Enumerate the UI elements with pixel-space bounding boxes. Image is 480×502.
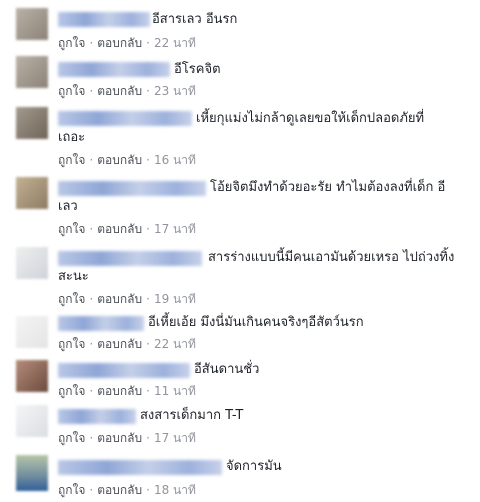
avatar[interactable] bbox=[16, 316, 48, 348]
avatar[interactable] bbox=[16, 8, 48, 40]
comment-timestamp[interactable]: 16 นาที bbox=[154, 153, 196, 167]
like-link[interactable]: ถูกใจ bbox=[58, 431, 85, 445]
reply-link[interactable]: ตอบกลับ bbox=[97, 292, 142, 306]
avatar[interactable] bbox=[16, 107, 48, 139]
reply-link[interactable]: ตอบกลับ bbox=[97, 431, 142, 445]
separator-dot: · bbox=[146, 153, 150, 167]
comment-actions: ถูกใจ · ตอบกลับ · 19 นาที bbox=[58, 291, 196, 307]
like-link[interactable]: ถูกใจ bbox=[58, 483, 85, 497]
reply-link[interactable]: ตอบกลับ bbox=[97, 483, 142, 497]
separator-dot: · bbox=[146, 384, 150, 398]
separator-dot: · bbox=[89, 153, 94, 167]
comment-actions: ถูกใจ · ตอบกลับ · 23 นาที bbox=[58, 83, 196, 99]
commenter-name-redacted[interactable] bbox=[58, 251, 202, 266]
reply-link[interactable]: ตอบกลับ bbox=[97, 153, 142, 167]
comment-text: เหี้ยกุแม่งไม่กล้าดูเลยขอให้เด็กปลอดภัยท… bbox=[196, 111, 425, 126]
comment-actions: ถูกใจ · ตอบกลับ · 16 นาที bbox=[58, 152, 196, 168]
separator-dot: · bbox=[146, 36, 150, 50]
separator-dot: · bbox=[89, 292, 94, 306]
comment-timestamp[interactable]: 18 นาที bbox=[154, 483, 196, 497]
comment-actions: ถูกใจ · ตอบกลับ · 17 นาที bbox=[58, 221, 196, 237]
comment-text-continued: สะนะ bbox=[58, 269, 89, 284]
comment-text: สารร่างแบบนี้มีคนเอามันด้วยเหรอ ไปถ่วงทิ… bbox=[208, 250, 455, 265]
comment-actions: ถูกใจ · ตอบกลับ · 22 นาที bbox=[58, 336, 196, 352]
reply-link[interactable]: ตอบกลับ bbox=[97, 222, 142, 236]
separator-dot: · bbox=[146, 483, 150, 497]
reply-link[interactable]: ตอบกลับ bbox=[97, 384, 142, 398]
comment-text: อีสารเลว อีนรก bbox=[152, 12, 238, 27]
comment-text: จัดการมัน bbox=[226, 459, 282, 474]
separator-dot: · bbox=[89, 222, 94, 236]
separator-dot: · bbox=[146, 84, 150, 98]
avatar[interactable] bbox=[16, 360, 48, 392]
separator-dot: · bbox=[89, 84, 94, 98]
comment-timestamp[interactable]: 22 นาที bbox=[154, 337, 196, 351]
commenter-name-redacted[interactable] bbox=[58, 111, 192, 126]
separator-dot: · bbox=[89, 431, 94, 445]
avatar[interactable] bbox=[16, 177, 48, 209]
comment-text: โอ้ยจิตมึงทำด้วยอะรัย ทำไมต้องลงที่เด็ก … bbox=[210, 180, 446, 195]
commenter-name-redacted[interactable] bbox=[58, 62, 170, 77]
comment-actions: ถูกใจ · ตอบกลับ · 22 นาที bbox=[58, 35, 196, 51]
like-link[interactable]: ถูกใจ bbox=[58, 384, 85, 398]
avatar[interactable] bbox=[16, 56, 48, 88]
comment-actions: ถูกใจ · ตอบกลับ · 11 นาที bbox=[58, 383, 196, 399]
like-link[interactable]: ถูกใจ bbox=[58, 84, 85, 98]
like-link[interactable]: ถูกใจ bbox=[58, 337, 85, 351]
comment-actions: ถูกใจ · ตอบกลับ · 18 นาที bbox=[58, 482, 196, 498]
reply-link[interactable]: ตอบกลับ bbox=[97, 84, 142, 98]
comment-timestamp[interactable]: 17 นาที bbox=[154, 431, 196, 445]
like-link[interactable]: ถูกใจ bbox=[58, 222, 85, 236]
comment-timestamp[interactable]: 22 นาที bbox=[154, 36, 196, 50]
comment-timestamp[interactable]: 17 นาที bbox=[154, 222, 196, 236]
like-link[interactable]: ถูกใจ bbox=[58, 36, 85, 50]
separator-dot: · bbox=[89, 36, 94, 50]
separator-dot: · bbox=[146, 292, 150, 306]
reply-link[interactable]: ตอบกลับ bbox=[97, 36, 142, 50]
comment-text: สงสารเด็กมาก T-T bbox=[140, 408, 244, 423]
avatar[interactable] bbox=[16, 455, 48, 491]
avatar[interactable] bbox=[16, 405, 48, 437]
comment-text: อีเหี้ยเอ้ย มึงนี่มันเกินคนจริงๆอีสัตว์น… bbox=[148, 315, 364, 330]
comment-text: อีสันดานชั่ว bbox=[194, 362, 260, 377]
like-link[interactable]: ถูกใจ bbox=[58, 153, 85, 167]
commenter-name-redacted[interactable] bbox=[58, 181, 206, 196]
avatar[interactable] bbox=[16, 247, 48, 279]
commenter-name-redacted[interactable] bbox=[58, 316, 144, 331]
commenter-name-redacted[interactable] bbox=[58, 12, 150, 27]
comment-text-continued: เลว bbox=[58, 199, 78, 214]
comment-actions: ถูกใจ · ตอบกลับ · 17 นาที bbox=[58, 430, 196, 446]
separator-dot: · bbox=[89, 337, 94, 351]
separator-dot: · bbox=[89, 384, 94, 398]
separator-dot: · bbox=[89, 483, 94, 497]
separator-dot: · bbox=[146, 222, 150, 236]
reply-link[interactable]: ตอบกลับ bbox=[97, 337, 142, 351]
comment-timestamp[interactable]: 23 นาที bbox=[154, 84, 196, 98]
comment-timestamp[interactable]: 19 นาที bbox=[154, 292, 196, 306]
commenter-name-redacted[interactable] bbox=[58, 409, 136, 424]
comment-text: อีโรคจิต bbox=[174, 62, 221, 77]
separator-dot: · bbox=[146, 431, 150, 445]
commenter-name-redacted[interactable] bbox=[58, 363, 190, 378]
like-link[interactable]: ถูกใจ bbox=[58, 292, 85, 306]
comment-text-continued: เถอะ bbox=[58, 130, 86, 145]
separator-dot: · bbox=[146, 337, 150, 351]
commenter-name-redacted[interactable] bbox=[58, 460, 222, 475]
comment-timestamp[interactable]: 11 นาที bbox=[154, 384, 196, 398]
